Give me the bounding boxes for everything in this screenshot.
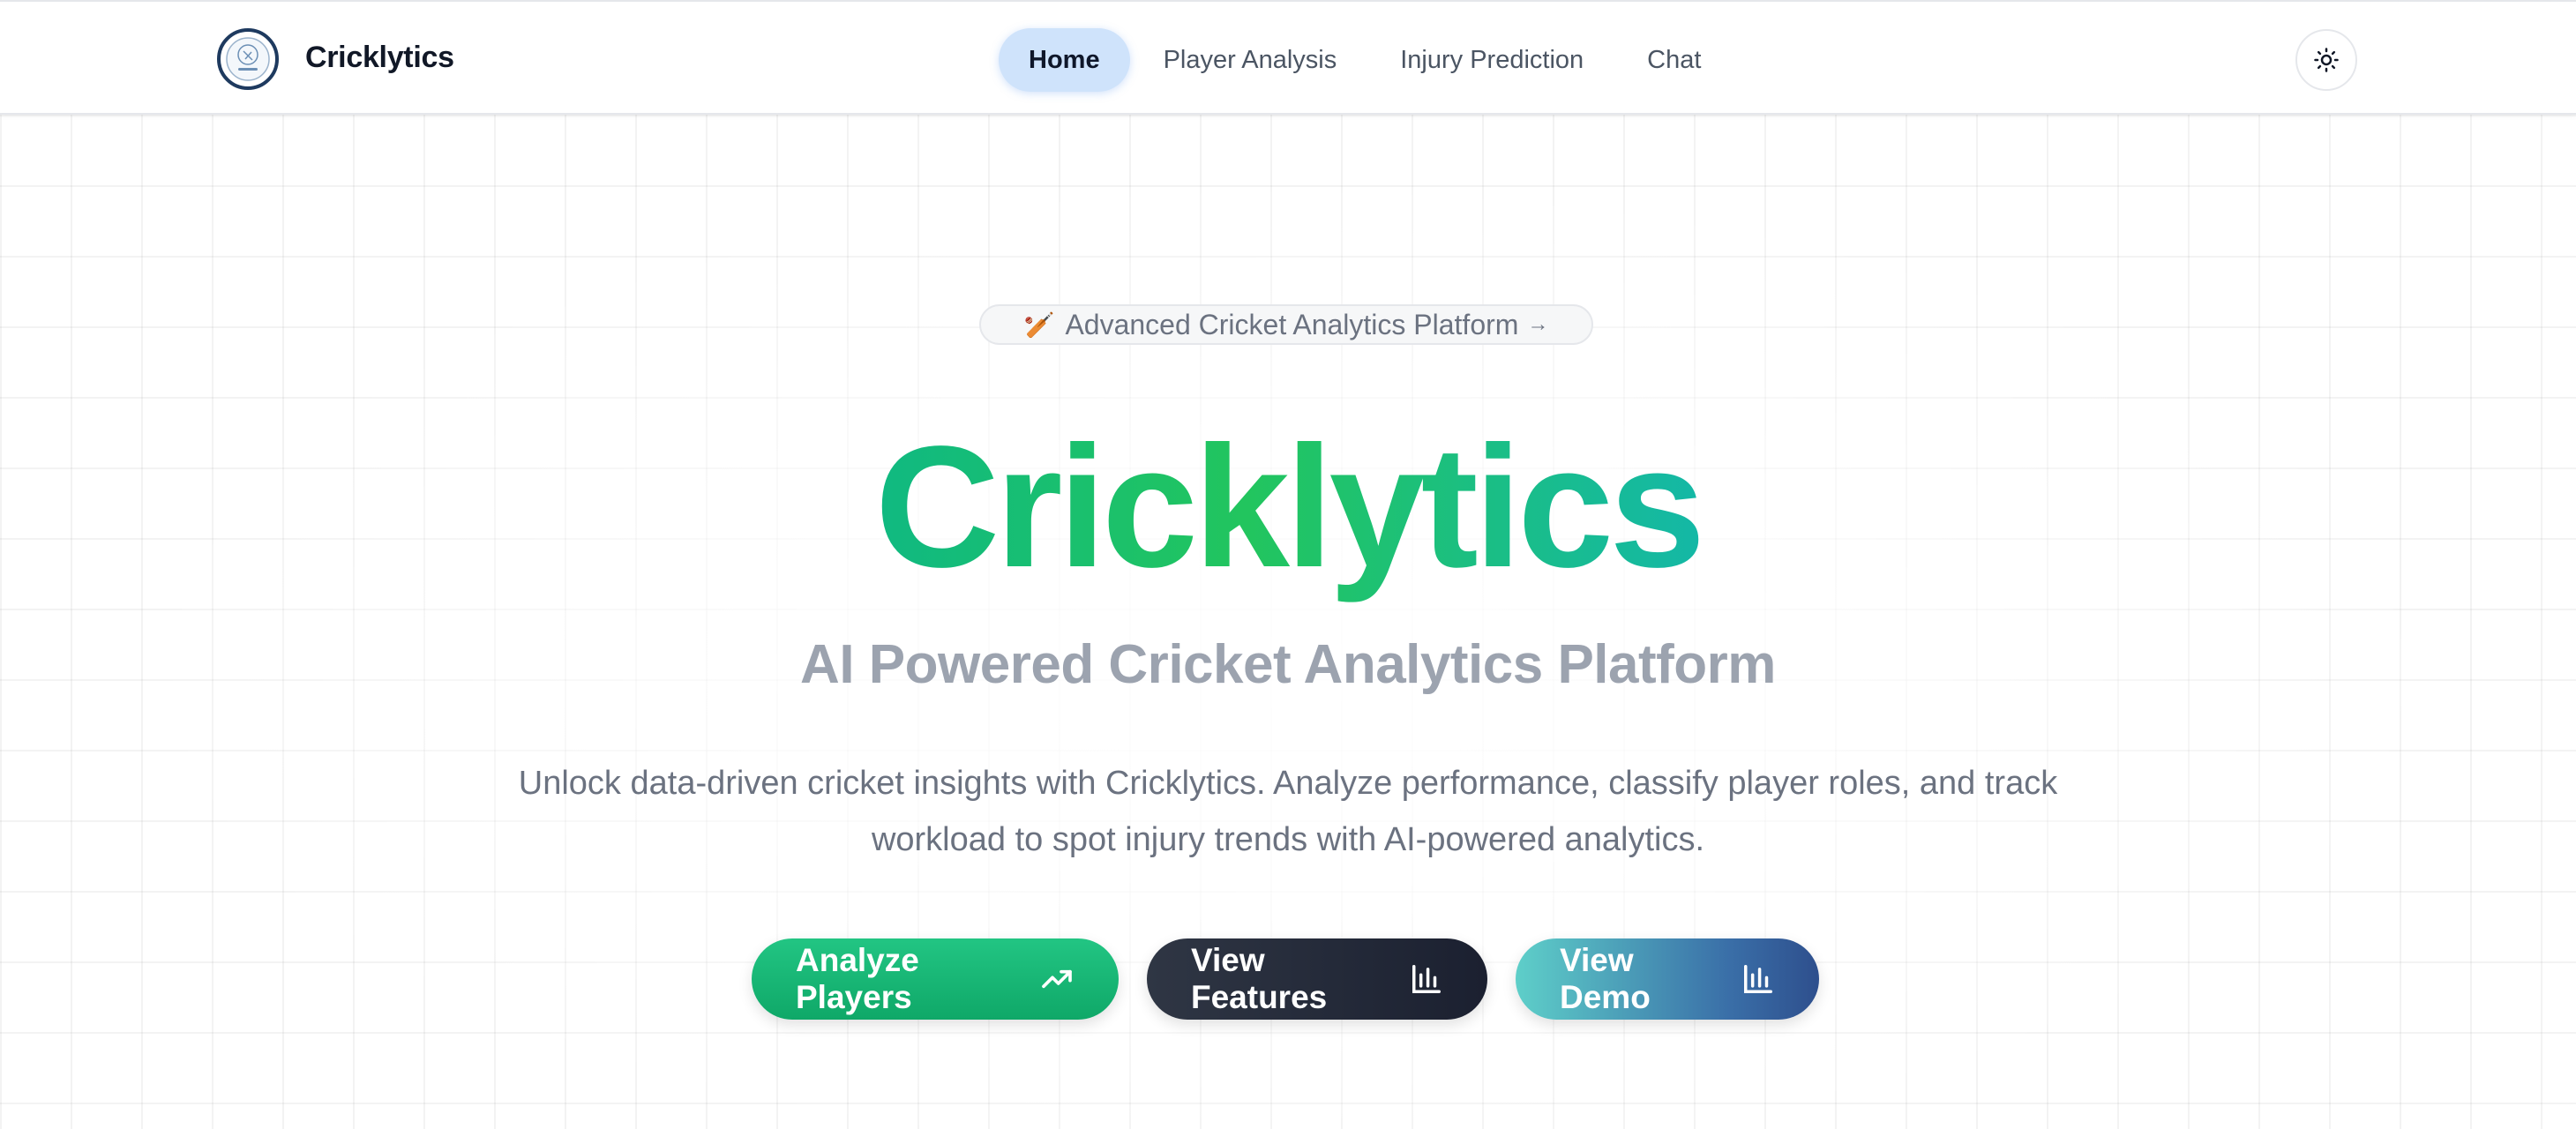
nav-link-chat[interactable]: Chat — [1617, 28, 1731, 92]
nav-link-injury-prediction[interactable]: Injury Prediction — [1370, 28, 1614, 92]
cta-buttons: Analyze Players View Features View Demo — [752, 938, 1819, 1020]
sun-icon — [2314, 48, 2339, 72]
theme-toggle-button[interactable] — [2295, 29, 2357, 91]
brand-name[interactable]: Cricklytics — [305, 41, 454, 75]
cricket-bat-icon: 🏏 — [1023, 310, 1055, 339]
analyze-players-button[interactable]: Analyze Players — [752, 938, 1119, 1020]
nav-link-player-analysis[interactable]: Player Analysis — [1134, 28, 1367, 92]
navbar: Cricklytics Home Player Analysis Injury … — [0, 0, 2576, 115]
arrow-right-icon: → — [1527, 312, 1549, 336]
cricket-logo-icon — [226, 37, 270, 81]
view-demo-label: View Demo — [1560, 942, 1651, 1015]
hero-title-text: Cricklytics — [874, 410, 1705, 603]
bar-chart-icon — [1741, 962, 1775, 996]
trending-up-icon — [1039, 961, 1075, 997]
nav-link-home[interactable]: Home — [999, 28, 1130, 92]
main-nav: Home Player Analysis Injury Prediction C… — [999, 28, 1734, 92]
view-features-button[interactable]: View Features — [1147, 938, 1487, 1020]
hero-title: Cricklytics — [0, 406, 2576, 609]
view-features-label: View Features — [1191, 942, 1328, 1015]
analyze-players-label: Analyze Players — [796, 942, 919, 1015]
hero-description: Unlock data-driven cricket insights with… — [518, 765, 2058, 858]
bar-chart-icon — [1410, 962, 1443, 996]
badge-text: Advanced Cricket Analytics Platform — [1065, 308, 1519, 340]
brand-logo[interactable] — [217, 28, 279, 90]
view-demo-button[interactable]: View Demo — [1516, 938, 1819, 1020]
hero-subtitle: AI Powered Cricket Analytics Platform — [800, 634, 1776, 695]
platform-badge[interactable]: 🏏 Advanced Cricket Analytics Platform → — [979, 304, 1593, 345]
